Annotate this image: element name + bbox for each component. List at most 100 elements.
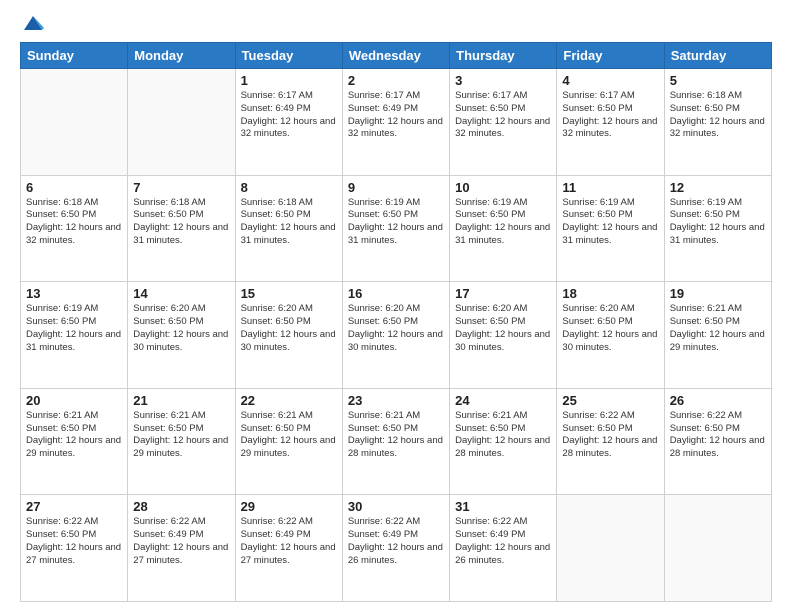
calendar-cell: 13 Sunrise: 6:19 AM Sunset: 6:50 PM Dayli… xyxy=(21,282,128,389)
day-info: Sunrise: 6:20 AM Sunset: 6:50 PM Dayligh… xyxy=(133,303,229,354)
day-number: 4 xyxy=(562,73,658,88)
day-number: 31 xyxy=(455,499,551,514)
day-info: Sunrise: 6:17 AM Sunset: 6:49 PM Dayligh… xyxy=(348,90,444,141)
calendar-cell: 18 Sunrise: 6:20 AM Sunset: 6:50 PM Dayli… xyxy=(557,282,664,389)
calendar-cell: 31 Sunrise: 6:22 AM Sunset: 6:49 PM Dayli… xyxy=(450,495,557,602)
day-number: 27 xyxy=(26,499,122,514)
calendar-cell: 16 Sunrise: 6:20 AM Sunset: 6:50 PM Dayli… xyxy=(342,282,449,389)
header xyxy=(20,16,772,32)
week-row-4: 27Sunrise: 6:22 AM Sunset: 6:50 PM Dayli… xyxy=(21,495,772,602)
calendar-cell: 24 Sunrise: 6:21 AM Sunset: 6:50 PM Dayli… xyxy=(450,388,557,495)
day-info: Sunrise: 6:19 AM Sunset: 6:50 PM Dayligh… xyxy=(26,303,122,354)
week-row-3: 20 Sunrise: 6:21 AM Sunset: 6:50 PM Dayli… xyxy=(21,388,772,495)
day-number: 1 xyxy=(241,73,337,88)
calendar-cell xyxy=(128,69,235,176)
calendar-cell: 30 Sunrise: 6:22 AM Sunset: 6:49 PM Dayli… xyxy=(342,495,449,602)
day-info: Sunrise: 6:17 AM Sunset: 6:49 PM Dayligh… xyxy=(241,90,337,141)
day-number: 8 xyxy=(241,180,337,195)
calendar-cell: 20 Sunrise: 6:21 AM Sunset: 6:50 PM Dayli… xyxy=(21,388,128,495)
day-info: Sunrise: 6:21 AM Sunset: 6:50 PM Dayligh… xyxy=(241,410,337,461)
day-info: Sunrise: 6:18 AM Sunset: 6:50 PM Dayligh… xyxy=(241,197,337,248)
calendar-cell: 6Sunrise: 6:18 AM Sunset: 6:50 PM Daylig… xyxy=(21,175,128,282)
day-info: Sunrise: 6:21 AM Sunset: 6:50 PM Dayligh… xyxy=(348,410,444,461)
calendar-header-friday: Friday xyxy=(557,43,664,69)
day-info: Sunrise: 6:19 AM Sunset: 6:50 PM Dayligh… xyxy=(562,197,658,248)
day-info: Sunrise: 6:19 AM Sunset: 6:50 PM Dayligh… xyxy=(455,197,551,248)
calendar-cell: 7Sunrise: 6:18 AM Sunset: 6:50 PM Daylig… xyxy=(128,175,235,282)
day-number: 11 xyxy=(562,180,658,195)
calendar-cell: 11 Sunrise: 6:19 AM Sunset: 6:50 PM Dayli… xyxy=(557,175,664,282)
day-info: Sunrise: 6:22 AM Sunset: 6:49 PM Dayligh… xyxy=(133,516,229,567)
day-info: Sunrise: 6:21 AM Sunset: 6:50 PM Dayligh… xyxy=(455,410,551,461)
calendar-cell xyxy=(664,495,771,602)
day-info: Sunrise: 6:19 AM Sunset: 6:50 PM Dayligh… xyxy=(670,197,766,248)
day-info: Sunrise: 6:20 AM Sunset: 6:50 PM Dayligh… xyxy=(241,303,337,354)
day-number: 23 xyxy=(348,393,444,408)
week-row-0: 1 Sunrise: 6:17 AM Sunset: 6:49 PM Daylig… xyxy=(21,69,772,176)
day-number: 7 xyxy=(133,180,229,195)
day-info: Sunrise: 6:18 AM Sunset: 6:50 PM Dayligh… xyxy=(670,90,766,141)
calendar-cell: 15 Sunrise: 6:20 AM Sunset: 6:50 PM Dayli… xyxy=(235,282,342,389)
calendar-cell: 10 Sunrise: 6:19 AM Sunset: 6:50 PM Dayli… xyxy=(450,175,557,282)
day-number: 30 xyxy=(348,499,444,514)
day-number: 9 xyxy=(348,180,444,195)
calendar-cell: 8 Sunrise: 6:18 AM Sunset: 6:50 PM Daylig… xyxy=(235,175,342,282)
calendar-header-sunday: Sunday xyxy=(21,43,128,69)
day-info: Sunrise: 6:21 AM Sunset: 6:50 PM Dayligh… xyxy=(26,410,122,461)
calendar-cell: 21 Sunrise: 6:21 AM Sunset: 6:50 PM Dayli… xyxy=(128,388,235,495)
day-info: Sunrise: 6:22 AM Sunset: 6:49 PM Dayligh… xyxy=(241,516,337,567)
day-number: 3 xyxy=(455,73,551,88)
day-number: 24 xyxy=(455,393,551,408)
day-number: 26 xyxy=(670,393,766,408)
day-number: 15 xyxy=(241,286,337,301)
calendar-cell: 12 Sunrise: 6:19 AM Sunset: 6:50 PM Dayli… xyxy=(664,175,771,282)
calendar-header-wednesday: Wednesday xyxy=(342,43,449,69)
week-row-2: 13 Sunrise: 6:19 AM Sunset: 6:50 PM Dayli… xyxy=(21,282,772,389)
day-number: 6 xyxy=(26,180,122,195)
day-number: 16 xyxy=(348,286,444,301)
day-info: Sunrise: 6:22 AM Sunset: 6:49 PM Dayligh… xyxy=(455,516,551,567)
calendar-cell: 22 Sunrise: 6:21 AM Sunset: 6:50 PM Dayli… xyxy=(235,388,342,495)
day-number: 22 xyxy=(241,393,337,408)
calendar-cell: 3 Sunrise: 6:17 AM Sunset: 6:50 PM Daylig… xyxy=(450,69,557,176)
calendar-cell xyxy=(21,69,128,176)
day-info: Sunrise: 6:22 AM Sunset: 6:49 PM Dayligh… xyxy=(348,516,444,567)
day-number: 17 xyxy=(455,286,551,301)
calendar-cell: 4Sunrise: 6:17 AM Sunset: 6:50 PM Daylig… xyxy=(557,69,664,176)
calendar-header-monday: Monday xyxy=(128,43,235,69)
calendar-cell: 5 Sunrise: 6:18 AM Sunset: 6:50 PM Daylig… xyxy=(664,69,771,176)
calendar-header-tuesday: Tuesday xyxy=(235,43,342,69)
calendar-cell xyxy=(557,495,664,602)
calendar-table: SundayMondayTuesdayWednesdayThursdayFrid… xyxy=(20,42,772,602)
day-info: Sunrise: 6:21 AM Sunset: 6:50 PM Dayligh… xyxy=(670,303,766,354)
day-number: 5 xyxy=(670,73,766,88)
day-number: 25 xyxy=(562,393,658,408)
logo-icon xyxy=(22,12,44,34)
week-row-1: 6 Sunrise: 6:18 AM Sunset: 6:50 PM Daylig… xyxy=(21,175,772,282)
logo xyxy=(20,16,44,32)
day-info: Sunrise: 6:20 AM Sunset: 6:50 PM Dayligh… xyxy=(455,303,551,354)
calendar-cell: 29 Sunrise: 6:22 AM Sunset: 6:49 PM Dayli… xyxy=(235,495,342,602)
day-number: 13 xyxy=(26,286,122,301)
day-info: Sunrise: 6:20 AM Sunset: 6:50 PM Dayligh… xyxy=(348,303,444,354)
day-info: Sunrise: 6:21 AM Sunset: 6:50 PM Dayligh… xyxy=(133,410,229,461)
calendar-cell: 2Sunrise: 6:17 AM Sunset: 6:49 PM Daylig… xyxy=(342,69,449,176)
day-number: 19 xyxy=(670,286,766,301)
day-number: 21 xyxy=(133,393,229,408)
page: SundayMondayTuesdayWednesdayThursdayFrid… xyxy=(0,0,792,612)
day-number: 29 xyxy=(241,499,337,514)
day-info: Sunrise: 6:20 AM Sunset: 6:50 PM Dayligh… xyxy=(562,303,658,354)
day-info: Sunrise: 6:19 AM Sunset: 6:50 PM Dayligh… xyxy=(348,197,444,248)
calendar-header-thursday: Thursday xyxy=(450,43,557,69)
day-number: 12 xyxy=(670,180,766,195)
calendar-header-saturday: Saturday xyxy=(664,43,771,69)
day-number: 10 xyxy=(455,180,551,195)
calendar-cell: 28Sunrise: 6:22 AM Sunset: 6:49 PM Dayli… xyxy=(128,495,235,602)
calendar-header-row: SundayMondayTuesdayWednesdayThursdayFrid… xyxy=(21,43,772,69)
day-number: 18 xyxy=(562,286,658,301)
calendar-cell: 9 Sunrise: 6:19 AM Sunset: 6:50 PM Daylig… xyxy=(342,175,449,282)
day-number: 20 xyxy=(26,393,122,408)
day-info: Sunrise: 6:22 AM Sunset: 6:50 PM Dayligh… xyxy=(562,410,658,461)
calendar-cell: 23 Sunrise: 6:21 AM Sunset: 6:50 PM Dayli… xyxy=(342,388,449,495)
day-info: Sunrise: 6:17 AM Sunset: 6:50 PM Dayligh… xyxy=(455,90,551,141)
